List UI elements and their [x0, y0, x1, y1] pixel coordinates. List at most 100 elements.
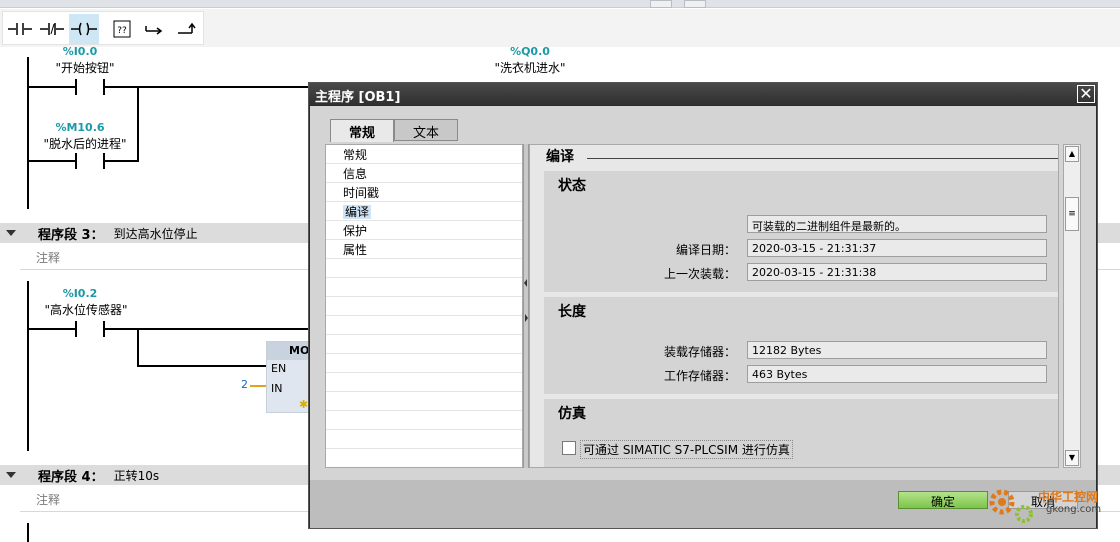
scroll-up-icon[interactable]: ▲ [1065, 146, 1079, 162]
coil-address: %Q0.0 [510, 45, 550, 58]
scroll-down-button[interactable] [684, 0, 706, 8]
segment-name: 到达高水位停止 [113, 226, 198, 241]
nav-item-compile[interactable]: 编译 [326, 202, 522, 221]
coil-symbol[interactable]: "洗衣机进水" [470, 59, 590, 76]
last-load-field: 2020-03-15 - 21:31:38 [747, 263, 1047, 281]
empty-box-label: ?? [117, 26, 127, 36]
empty-box-icon: ?? [113, 20, 131, 38]
contact-address: %M10.6 [55, 121, 105, 134]
contact-start-button[interactable] [75, 79, 105, 95]
nav-label: 常规 [343, 148, 368, 162]
nav-label: 时间戳 [343, 186, 380, 200]
simulation-title: 仿真 [558, 406, 586, 422]
collapse-icon[interactable] [6, 472, 16, 478]
segment-title: 程序段 4： [38, 469, 104, 485]
contact-high-level-sensor[interactable] [75, 321, 105, 337]
simulation-panel: 仿真 可通过 SIMATIC S7-PLCSIM 进行仿真 [544, 399, 1058, 467]
branch-wire [137, 86, 139, 162]
nav-row-empty [326, 297, 522, 316]
open-branch-button[interactable] [139, 14, 169, 44]
dialog-title[interactable]: 主程序 [OB1] [309, 83, 1097, 105]
open-branch-icon [145, 26, 163, 35]
tab-text[interactable]: 文本 [394, 119, 458, 141]
watermark-url: gkong.com [1046, 504, 1102, 515]
close-branch-button[interactable] [171, 14, 201, 44]
wire [27, 86, 75, 88]
contact-symbol[interactable]: "开始按钮" [30, 59, 140, 76]
collapse-icon[interactable] [6, 230, 16, 236]
nav-row-empty [326, 373, 522, 392]
power-rail [27, 57, 29, 209]
normally-open-contact-button[interactable] [5, 14, 35, 44]
nav-row-empty [326, 411, 522, 430]
segment-name: 正转10s [113, 468, 160, 483]
segment-title: 程序段 3： [38, 227, 104, 243]
load-memory-field: 12182 Bytes [747, 341, 1047, 359]
output-coil-button[interactable] [69, 14, 99, 44]
section-title: 编译 [546, 149, 574, 165]
watermark: 中华工控网 gkong.com [986, 484, 1116, 524]
nav-label: 属性 [343, 243, 368, 257]
length-panel: 长度 装载存储器： 12182 Bytes 工作存储器： 463 Bytes [544, 297, 1058, 394]
in-pin: IN [271, 382, 283, 395]
properties-dialog: 主程序 [OB1] ✕ 常规 文本 常规 信息 时间戳 编译 保护 属性 编译 … [308, 82, 1098, 529]
scroll-up-button[interactable] [650, 0, 672, 8]
length-title: 长度 [558, 304, 586, 320]
work-memory-label: 工作存储器： [663, 369, 736, 383]
nav-item-protection[interactable]: 保护 [326, 221, 522, 240]
normally-closed-contact-button[interactable] [37, 14, 67, 44]
wire [27, 160, 75, 162]
compile-section: 编译 状态 可装载的二进制组件是最新的。 编译日期： 2020-03-15 - … [529, 144, 1059, 468]
empty-box-button[interactable]: ?? [107, 14, 137, 44]
contact-symbol[interactable]: "高水位传感器" [26, 301, 146, 318]
work-memory-field: 463 Bytes [747, 365, 1047, 383]
status-message-field: 可装载的二进制组件是最新的。 [747, 215, 1047, 233]
nav-label: 保护 [343, 224, 368, 238]
last-load-label: 上一次装载： [663, 267, 736, 281]
en-pin: EN [271, 362, 287, 375]
close-icon[interactable]: ✕ [1077, 85, 1095, 103]
compile-date-field: 2020-03-15 - 21:31:37 [747, 239, 1047, 257]
plcsim-checkbox[interactable] [562, 441, 576, 455]
property-nav: 常规 信息 时间戳 编译 保护 属性 [325, 144, 523, 468]
nav-item-general[interactable]: 常规 [326, 145, 522, 164]
wire [137, 365, 267, 367]
nav-row-empty [326, 278, 522, 297]
dialog-body: 常规 文本 常规 信息 时间戳 编译 保护 属性 编译 状态 可装载的二进制组件… [310, 106, 1096, 480]
load-memory-label: 装载存储器： [663, 345, 736, 359]
wire [105, 160, 139, 162]
contact-spin-process[interactable] [75, 153, 105, 169]
scroll-thumb[interactable]: ≡ [1065, 197, 1079, 231]
power-rail [27, 523, 29, 542]
nav-row-empty [326, 354, 522, 373]
normally-open-contact-icon [8, 23, 32, 35]
nav-row-empty [326, 316, 522, 335]
ladder-instruction-group: ?? [2, 11, 204, 45]
tab-general[interactable]: 常规 [330, 119, 394, 142]
nav-item-timestamps[interactable]: 时间戳 [326, 183, 522, 202]
compile-date-label: 编译日期： [675, 243, 736, 257]
nav-label: 编译 [343, 205, 372, 219]
branch-wire [137, 328, 139, 366]
contact-symbol[interactable]: "脱水后的进程" [30, 135, 140, 152]
close-branch-icon [178, 22, 196, 34]
move-instruction-box[interactable]: MO EN IN ✱ [266, 341, 310, 413]
gear-logo-icon [989, 489, 1033, 523]
nav-item-attributes[interactable]: 属性 [326, 240, 522, 259]
plcsim-checkbox-label[interactable]: 可通过 SIMATIC S7-PLCSIM 进行仿真 [580, 440, 793, 459]
in-value[interactable]: 2 [241, 378, 248, 391]
contact-address: %I0.0 [62, 45, 98, 58]
output-coil-icon [71, 22, 97, 36]
wire [105, 86, 310, 88]
ok-button[interactable]: 确定 [898, 491, 988, 509]
scroll-down-icon[interactable]: ▼ [1065, 450, 1079, 466]
status-title: 状态 [558, 178, 586, 194]
nav-item-info[interactable]: 信息 [326, 164, 522, 183]
wire [105, 328, 310, 330]
contact-address: %I0.2 [62, 287, 98, 300]
content-scrollbar[interactable]: ▲ ≡ ▼ [1063, 144, 1081, 468]
section-divider [587, 158, 1058, 159]
status-panel: 状态 可装载的二进制组件是最新的。 编译日期： 2020-03-15 - 21:… [544, 171, 1058, 292]
nav-row-empty [326, 392, 522, 411]
ladder-toolbar: ?? [0, 9, 1120, 47]
